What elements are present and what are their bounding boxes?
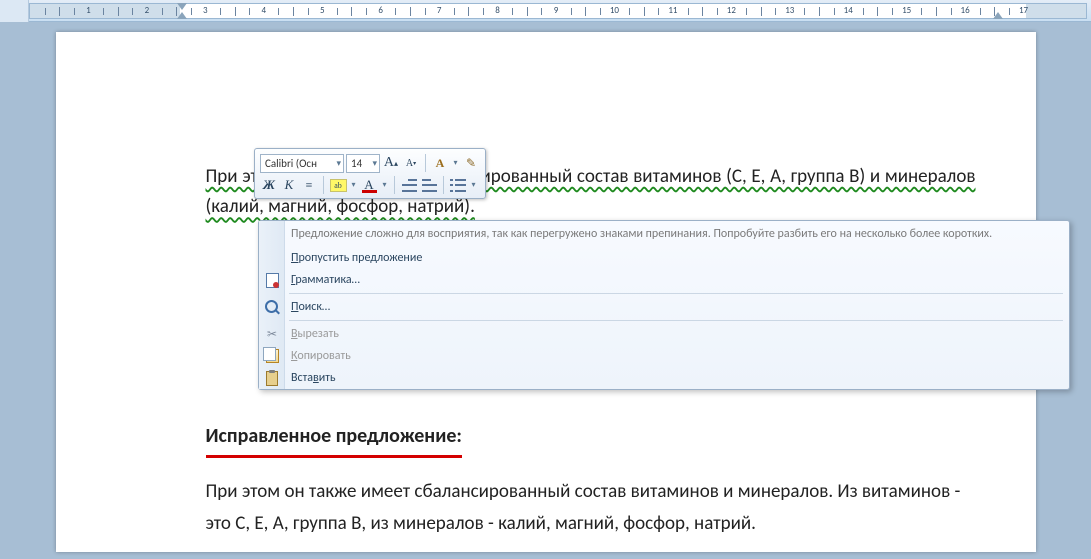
grow-font-button[interactable]: A▴ [382,154,400,173]
research-search-item[interactable]: Поиск… [259,296,1069,318]
section-heading[interactable]: Исправленное предложение: [206,420,462,458]
chevron-down-icon[interactable]: ▾ [349,180,358,190]
corrected-paragraph[interactable]: При этом он также имеет сбалансированный… [206,476,976,541]
ruler-number: 1 [86,5,91,16]
italic-button[interactable]: К [280,176,298,195]
paste-item[interactable]: Вставить [259,367,1069,389]
ruler-number: 14 [844,5,853,16]
ruler-left-margin[interactable] [30,4,180,18]
ruler-number: 10 [610,5,619,16]
ruler-right-margin[interactable] [1026,4,1086,18]
ruler-scale[interactable]: 1234567891011121314151617 [29,3,1087,19]
chevron-down-icon[interactable]: ▾ [469,180,478,190]
ruler-number: 13 [785,5,794,16]
ruler-number: 12 [727,5,736,16]
font-size-combo[interactable]: 14 ▾ [346,154,380,173]
ruler-corner [0,0,29,22]
font-color-button[interactable]: A [360,176,378,195]
ruler-number: 2 [145,5,150,16]
scissors-icon: ✂ [264,326,280,342]
mini-format-toolbar: Calibri (Осн ▾ 14 ▾ A▴ A▾ A ▾ ✎ Ж К ≡ ab… [254,148,486,199]
ruler-number: 9 [554,5,559,16]
horizontal-ruler[interactable]: 1234567891011121314151617 [0,0,1091,22]
grammar-context-menu: Предложение сложно для восприятия, так к… [258,220,1070,390]
chevron-down-icon[interactable]: ▾ [380,180,389,190]
ruler-number: 16 [961,5,970,16]
ruler-number: 8 [495,5,500,16]
copy-item: Копировать [259,345,1069,367]
grammar-icon [264,272,280,288]
chevron-down-icon[interactable]: ▾ [451,158,460,168]
increase-indent-button[interactable] [420,176,438,195]
chevron-down-icon[interactable]: ▾ [336,158,341,169]
search-icon [264,299,280,315]
ruler-number: 17 [1019,5,1028,16]
cut-item: ✂ Вырезать [259,323,1069,345]
mnemonic: в [313,371,319,385]
first-line-indent-marker[interactable] [177,3,187,10]
ruler-number: 6 [378,5,383,16]
menu-separator [289,293,1063,294]
decrease-indent-button[interactable] [400,176,418,195]
menu-separator [289,320,1063,321]
font-family-combo[interactable]: Calibri (Осн ▾ [260,154,344,173]
align-center-button[interactable]: ≡ [300,176,318,195]
grammar-dialog-item[interactable]: Грамматика… [259,269,1069,291]
ruler-number: 11 [668,5,677,16]
ruler-number: 4 [261,5,266,16]
ruler-number: 15 [902,5,911,16]
ruler-number: 7 [437,5,442,16]
font-family-value: Calibri (Осн [265,157,317,170]
copy-icon [264,348,280,364]
bulleted-list-button[interactable] [449,176,467,195]
ruler-number: 5 [320,5,325,16]
hanging-indent-marker[interactable] [177,12,187,19]
quick-styles-button[interactable]: A [431,154,449,173]
font-size-value: 14 [351,157,362,170]
clipboard-icon [264,370,280,386]
highlight-color-button[interactable]: ab [329,176,347,195]
shrink-font-button[interactable]: A▾ [402,154,420,173]
format-painter-button[interactable]: ✎ [462,154,480,173]
ruler-number: 3 [203,5,208,16]
chevron-down-icon[interactable]: ▾ [372,158,377,169]
skip-sentence-item[interactable]: Пропустить предложение [259,247,1069,269]
bold-button[interactable]: Ж [260,176,278,195]
grammar-suggestion-text: Предложение сложно для восприятия, так к… [259,221,1069,247]
